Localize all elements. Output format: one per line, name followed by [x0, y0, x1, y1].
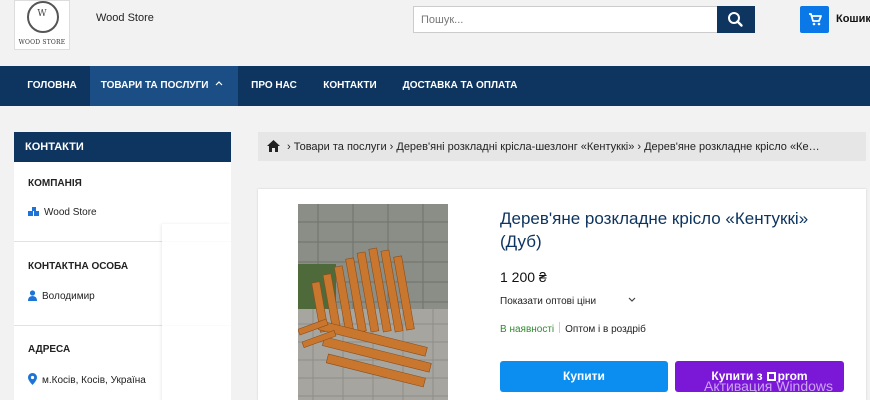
nav-delivery[interactable]: ДОСТАВКА ТА ОПЛАТА: [390, 66, 530, 106]
wholesale-prices-toggle[interactable]: Показати оптові ціни: [500, 296, 637, 307]
location-pin-icon: [28, 373, 37, 385]
address-row: м.Косів, Косів, Україна: [28, 373, 146, 386]
person-icon: [28, 290, 37, 301]
nav-home[interactable]: ГОЛОВНА: [14, 66, 90, 106]
nav-products-label: ТОВАРИ ТА ПОСЛУГИ: [100, 80, 209, 91]
site-header: W WOOD STORE Wood Store Кошик: [0, 0, 870, 66]
contact-person-heading: КОНТАКТНА ОСОБА: [28, 261, 129, 272]
product-card: Дерев'яне розкладне крісло «Кентуккі» (Д…: [258, 189, 866, 400]
contact-person-name: Володимир: [42, 291, 95, 302]
main-nav: ГОЛОВНА ТОВАРИ ТА ПОСЛУГИ ПРО НАС КОНТАК…: [0, 66, 870, 106]
nav-contacts[interactable]: КОНТАКТИ: [310, 66, 390, 106]
company-name: Wood Store: [44, 207, 97, 218]
wholesale-toggle-label: Показати оптові ціни: [500, 296, 597, 307]
cart-label[interactable]: Кошик: [836, 13, 870, 25]
search-button[interactable]: [717, 6, 755, 33]
breadcrumb: › Товари та послуги › Дерев'яні розкладн…: [258, 132, 866, 161]
search-form: [413, 6, 755, 33]
home-icon[interactable]: [267, 140, 280, 152]
address-heading: АДРЕСА: [28, 344, 71, 355]
company-heading: КОМПАНІЯ: [28, 178, 82, 189]
buy-button[interactable]: Купити: [500, 361, 668, 392]
cart-button[interactable]: [800, 6, 829, 33]
product-image: [298, 204, 448, 400]
store-logo[interactable]: W WOOD STORE: [14, 0, 70, 50]
contacts-sidebar: КОНТАКТИ КОМПАНІЯ Wood Store КОНТАКТНА О…: [14, 132, 231, 400]
store-name[interactable]: Wood Store: [96, 12, 154, 24]
stock-info: В наявності Оптом і в роздріб: [500, 322, 646, 335]
stock-status: В наявності: [500, 324, 555, 335]
chevron-up-icon: [215, 81, 223, 86]
search-icon: [728, 12, 743, 27]
nav-products[interactable]: ТОВАРИ ТА ПОСЛУГИ: [90, 66, 238, 106]
logo-monogram: W: [37, 9, 47, 19]
product-photo[interactable]: [298, 204, 448, 400]
category-dropdown-ghost: [162, 224, 231, 400]
company-icon: [28, 207, 39, 216]
product-price: 1 200 ₴: [500, 269, 547, 285]
contact-person-row: Володимир: [28, 290, 95, 302]
cart-icon: [809, 13, 822, 26]
chevron-down-icon: [628, 297, 636, 302]
logo-text: WOOD STORE: [18, 39, 66, 46]
address-text: м.Косів, Косів, Україна: [42, 375, 146, 386]
search-input[interactable]: [413, 6, 717, 33]
nav-about[interactable]: ПРО НАС: [238, 66, 310, 106]
windows-activation-watermark: Активация Windows: [704, 378, 834, 394]
stock-separator: [559, 322, 561, 333]
breadcrumb-trail[interactable]: › Товари та послуги › Дерев'яні розкладн…: [287, 141, 820, 153]
company-name-row: Wood Store: [28, 206, 97, 218]
product-title: Дерев'яне розкладне крісло «Кентуккі» (Д…: [500, 209, 809, 251]
sidebar-title: КОНТАКТИ: [14, 132, 231, 162]
sale-type: Оптом і в роздріб: [565, 324, 646, 335]
